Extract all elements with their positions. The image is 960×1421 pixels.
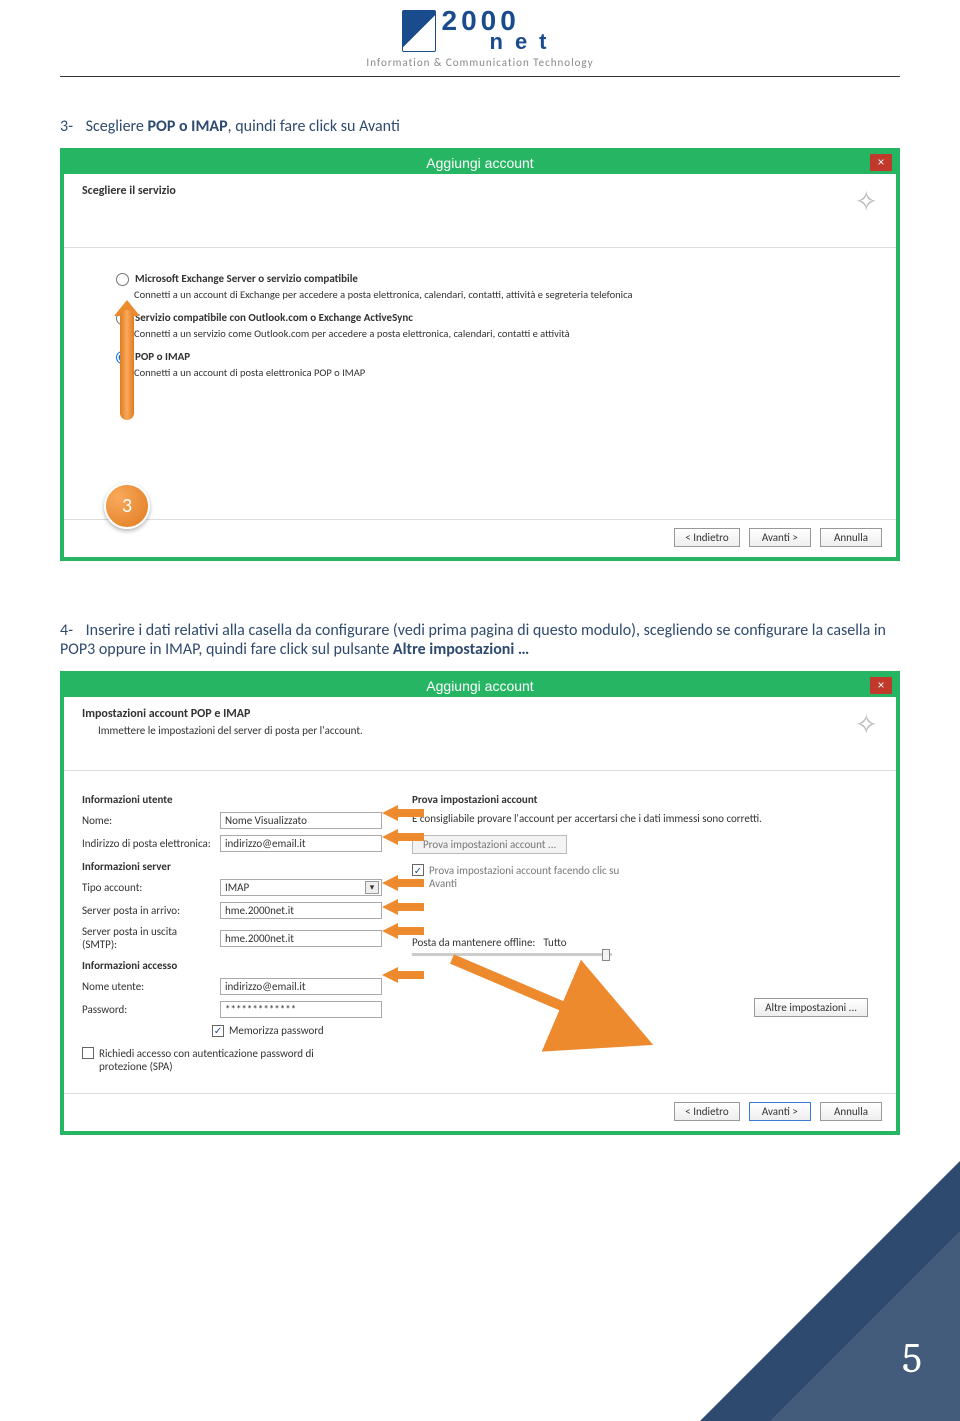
name-field[interactable]: Nome Visualizzato [220, 812, 382, 829]
logo-mark [402, 10, 436, 52]
radio-exchange-desc: Connetti a un account di Exchange per ac… [134, 288, 878, 301]
password-field[interactable]: ************* [220, 1001, 382, 1018]
dialog2-right-col: Prova impostazioni account È consigliabi… [412, 785, 878, 1079]
name-label: Nome: [82, 814, 212, 827]
radio-pop-imap-desc: Connetti a un account di posta elettroni… [134, 366, 878, 379]
spa-checkbox[interactable] [82, 1047, 94, 1059]
section-test-account: Prova impostazioni account [412, 793, 878, 806]
next-button[interactable]: Avanti > [749, 528, 811, 547]
dialog2-body: Informazioni utente Nome: Nome Visualizz… [64, 771, 896, 1093]
remember-password-checkbox[interactable]: ✓ [212, 1025, 224, 1037]
section-server-info: Informazioni server [82, 860, 382, 873]
dialog-choose-service: Aggiungi account × Scegliere il servizio… [60, 148, 900, 561]
dialog1-header: Scegliere il servizio ✧ [64, 174, 896, 248]
more-settings-button[interactable]: Altre impostazioni ... [754, 998, 868, 1017]
outgoing-server-label: Server posta in uscita (SMTP): [82, 925, 212, 951]
dialog1-body: Microsoft Exchange Server o servizio com… [64, 248, 896, 519]
username-label: Nome utente: [82, 980, 212, 993]
section-access-info: Informazioni accesso [82, 959, 382, 972]
dialog2-header: Impostazioni account POP e IMAP Immetter… [64, 697, 896, 771]
cancel-button[interactable]: Annulla [820, 1102, 882, 1121]
dialog1-titlebar: Aggiungi account × [64, 152, 896, 174]
username-field[interactable]: indirizzo@email.it [220, 978, 382, 995]
section-user-info: Informazioni utente [82, 793, 382, 806]
spa-label: Richiedi accesso con autenticazione pass… [99, 1047, 339, 1073]
page-corner: 5 [700, 1161, 960, 1421]
radio-activesync-desc: Connetti a un servizio come Outlook.com … [134, 327, 878, 340]
radio-pop-imap-label: POP o IMAP [135, 350, 190, 363]
close-icon[interactable]: × [870, 677, 892, 694]
outgoing-server-field[interactable]: hme.2000net.it [220, 930, 382, 947]
logo: 2000 net Information & Communication Tec… [366, 8, 593, 69]
password-label: Password: [82, 1003, 212, 1016]
logo-text-bottom: net [490, 33, 559, 52]
slider-thumb[interactable] [602, 949, 610, 961]
test-account-button[interactable]: Prova impostazioni account ... [412, 835, 567, 854]
page-number: 5 [902, 1334, 922, 1383]
incoming-server-label: Server posta in arrivo: [82, 904, 212, 917]
offline-label: Posta da mantenere offline: [412, 936, 535, 949]
offline-value: Tutto [543, 936, 566, 949]
test-advice-text: È consigliabile provare l'account per ac… [412, 812, 878, 825]
step-4-instruction: 4- Inserire i dati relativi alla casella… [60, 621, 900, 659]
callout-arrow-stem [120, 310, 134, 420]
radio-activesync-label: Servizio compatibile con Outlook.com o E… [135, 311, 413, 324]
email-label: Indirizzo di posta elettronica: [82, 837, 212, 850]
page-header: 2000 net Information & Communication Tec… [60, 0, 900, 77]
radio-exchange-label: Microsoft Exchange Server o servizio com… [135, 272, 358, 285]
offline-slider[interactable] [412, 953, 612, 956]
radio-exchange[interactable] [116, 273, 129, 286]
dialog2-title: Aggiungi account [426, 678, 533, 694]
remember-password-label: Memorizza password [229, 1024, 324, 1037]
dialog-account-settings: Aggiungi account × Impostazioni account … [60, 671, 900, 1135]
auto-test-checkbox[interactable]: ✓ [412, 864, 424, 876]
logo-tagline: Information & Communication Technology [366, 56, 593, 69]
chevron-down-icon: ▾ [365, 881, 379, 894]
back-button[interactable]: < Indietro [674, 1102, 739, 1121]
dialog2-heading: Impostazioni account POP e IMAP [82, 707, 363, 721]
dialog1-footer: < Indietro Avanti > Annulla [64, 519, 896, 557]
email-field[interactable]: indirizzo@email.it [220, 835, 382, 852]
dialog1-title: Aggiungi account [426, 155, 533, 171]
dialog2-titlebar: Aggiungi account × [64, 675, 896, 697]
close-icon[interactable]: × [870, 154, 892, 171]
dialog1-heading: Scegliere il servizio [82, 184, 176, 198]
dialog2-subheading: Immettere le impostazioni del server di … [98, 724, 363, 737]
account-type-label: Tipo account: [82, 881, 212, 894]
next-button[interactable]: Avanti > [749, 1102, 811, 1121]
cursor-icon: ✧ [855, 707, 878, 742]
callout-3-bubble: 3 [104, 483, 150, 529]
incoming-server-field[interactable]: hme.2000net.it [220, 902, 382, 919]
back-button[interactable]: < Indietro [674, 528, 739, 547]
header-divider [60, 76, 900, 77]
dialog2-footer: < Indietro Avanti > Annulla [64, 1093, 896, 1131]
cursor-icon: ✧ [855, 184, 878, 219]
cancel-button[interactable]: Annulla [820, 528, 882, 547]
auto-test-label: Prova impostazioni account facendo clic … [429, 864, 649, 890]
step-3-instruction: 3- Scegliere POP o IMAP, quindi fare cli… [60, 117, 900, 136]
account-type-select[interactable]: IMAP ▾ [220, 879, 382, 896]
